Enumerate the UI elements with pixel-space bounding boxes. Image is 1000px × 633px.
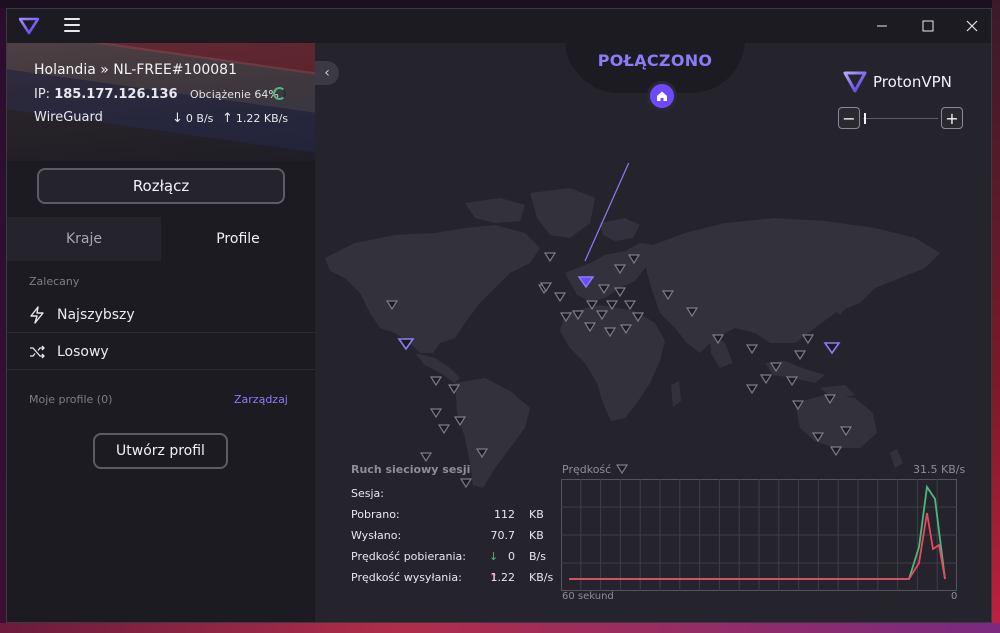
stat-row: Pobrano: 112 KB: [351, 508, 556, 521]
connection-panel: Holandia » NL-FREE#100081 IP: 185.177.12…: [7, 43, 315, 161]
stat-label: Pobrano:: [351, 508, 400, 521]
brand-part1: Proton: [873, 73, 922, 91]
server-load: Obciążenie 64%: [190, 88, 279, 101]
hamburger-menu-icon[interactable]: [64, 18, 80, 32]
close-icon: [966, 20, 978, 32]
bolt-icon: [30, 305, 44, 324]
stat-value: 70.7: [490, 529, 516, 542]
desktop-right: [992, 0, 1000, 633]
proton-vpn-brand: ProtonVPN: [843, 71, 952, 93]
ip-address: IP: 185.177.126.136: [34, 87, 178, 102]
create-profile-button[interactable]: Utwórz profil: [93, 433, 228, 469]
speed-max: 31.5 KB/s: [913, 463, 966, 476]
stat-value: 112: [494, 508, 515, 521]
ip-label: IP:: [34, 87, 51, 102]
stat-value: 0: [508, 550, 515, 563]
manage-link[interactable]: Zarządzaj: [234, 393, 288, 406]
proton-vpn-logo-icon: [843, 71, 867, 93]
profile-fastest[interactable]: Najszybszy: [7, 297, 315, 333]
app-window: Holandia » NL-FREE#100081 IP: 185.177.12…: [6, 8, 992, 623]
plus-icon: +: [945, 108, 959, 128]
brand-part2: VPN: [921, 73, 952, 91]
protocol: WireGuard: [34, 110, 103, 125]
connection-status: POŁĄCZONO: [597, 51, 713, 70]
server-name: Holandia » NL-FREE#100081: [34, 62, 237, 78]
stat-label: Prędkość wysyłania:: [351, 571, 462, 584]
graph-time-left: 60 sekund: [562, 591, 614, 602]
graph-time-right: 0: [951, 591, 958, 602]
minimize-button[interactable]: [859, 9, 905, 43]
stat-label: Prędkość pobierania:: [351, 550, 466, 563]
brand-name: ProtonVPN: [873, 73, 952, 91]
stat-value: 1.22: [490, 571, 516, 584]
home-icon: [657, 91, 667, 101]
my-profiles-label: Moje profile (0): [29, 393, 113, 406]
stat-row: Prędkość pobierania: ↓ 0 B/s: [351, 550, 556, 563]
stat-label: Wysłano:: [351, 529, 402, 542]
stat-unit: KB/s: [529, 571, 554, 584]
stat-unit: KB: [529, 508, 544, 521]
collapse-sidebar-button[interactable]: ‹: [315, 61, 339, 85]
zoom-in-button[interactable]: +: [941, 107, 963, 129]
disconnect-button[interactable]: Rozłącz: [37, 168, 285, 204]
download-value: 0 B/s: [185, 112, 214, 125]
recommended-label: Zalecany: [29, 275, 80, 288]
zoom-slider-track[interactable]: [863, 118, 938, 119]
stat-unit: KB: [529, 529, 544, 542]
profile-fastest-label: Najszybszy: [57, 306, 135, 323]
stat-label: Sesja:: [351, 487, 384, 500]
profile-random[interactable]: Losowy: [7, 334, 315, 370]
arrow-up-icon: ↑: [222, 111, 233, 126]
upload-speed: ↑ 1.22 KB/s: [222, 111, 288, 126]
arrow-down-icon: ↓: [172, 111, 183, 126]
session-traffic-title: Ruch sieciowy sesji: [351, 463, 471, 476]
upload-value: 1.22 KB/s: [235, 112, 289, 125]
arrow-down-icon: ↓: [489, 550, 499, 563]
zoom-out-button[interactable]: −: [838, 107, 860, 129]
minus-icon: −: [842, 108, 856, 128]
tabs: Kraje Profile: [7, 217, 315, 261]
download-speed: ↓ 0 B/s: [172, 111, 213, 126]
stat-unit: B/s: [529, 550, 546, 563]
proton-logo-icon: [19, 17, 39, 35]
load-ring-icon: [273, 87, 286, 100]
desktop-top: [0, 0, 1000, 8]
tab-countries[interactable]: Kraje: [7, 217, 161, 261]
maximize-button[interactable]: [905, 9, 951, 43]
desktop-bottom: [0, 623, 1000, 633]
map-area: ‹ POŁĄCZONO ProtonVPN − + Ruch sieciowy …: [315, 43, 991, 622]
minimize-icon: [877, 25, 887, 27]
title-bar: [7, 9, 991, 43]
stat-row: Sesja:8s: [351, 487, 576, 500]
maximize-icon: [922, 20, 934, 32]
chevron-left-icon: ‹: [324, 65, 330, 81]
speed-title: Prędkość: [562, 463, 612, 476]
sidebar: Holandia » NL-FREE#100081 IP: 185.177.12…: [7, 43, 315, 622]
world-map: [325, 163, 940, 493]
zoom-slider-thumb[interactable]: [864, 113, 866, 124]
stat-row: Prędkość wysyłania: ↑ 1.22 KB/s: [351, 571, 556, 584]
home-location-pin[interactable]: [647, 81, 677, 111]
stat-row: Wysłano: 70.7 KB: [351, 529, 556, 542]
shuffle-icon: [30, 345, 45, 358]
tab-profiles[interactable]: Profile: [161, 217, 315, 261]
profile-random-label: Losowy: [57, 343, 109, 360]
close-button[interactable]: [949, 9, 991, 43]
speed-graph: [561, 479, 957, 591]
ip-value: 185.177.126.136: [54, 87, 178, 102]
